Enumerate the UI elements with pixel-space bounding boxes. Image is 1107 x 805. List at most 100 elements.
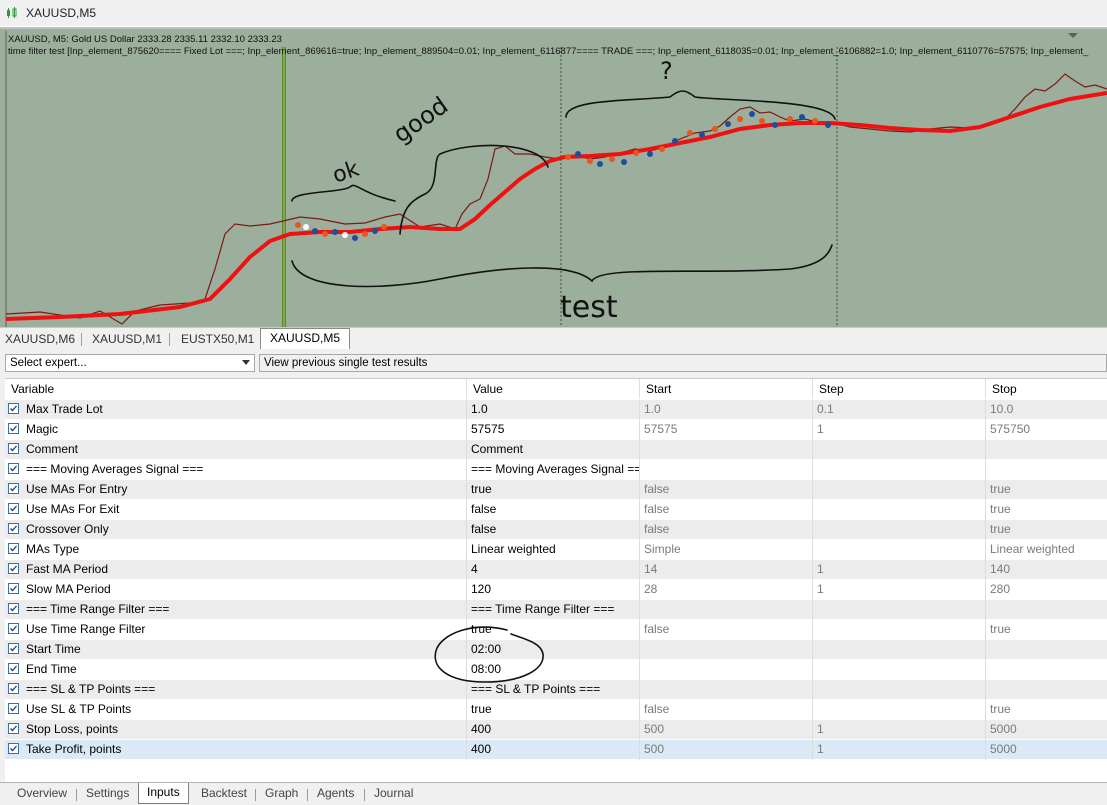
row-checkbox[interactable] xyxy=(8,503,19,514)
cell-start[interactable]: 1.0 xyxy=(640,400,813,420)
table-row[interactable]: Use Time Range Filter true false true xyxy=(5,620,1107,640)
row-checkbox[interactable] xyxy=(8,683,19,694)
cell-stop[interactable]: 10.0 xyxy=(986,400,1107,420)
cell-value[interactable]: true xyxy=(467,480,640,500)
row-checkbox[interactable] xyxy=(8,483,19,494)
tab-settings[interactable]: Settings xyxy=(86,785,129,802)
cell-start[interactable] xyxy=(640,460,813,480)
cell-stop[interactable]: true xyxy=(986,500,1107,520)
row-checkbox[interactable] xyxy=(8,543,19,554)
cell-start[interactable] xyxy=(640,600,813,620)
cell-stop[interactable]: 575750 xyxy=(986,420,1107,440)
cell-start[interactable]: false xyxy=(640,500,813,520)
cell-stop[interactable]: 280 xyxy=(986,580,1107,600)
cell-start[interactable]: 500 xyxy=(640,720,813,740)
cell-value[interactable]: === Time Range Filter === xyxy=(467,600,640,620)
cell-step[interactable]: 1 xyxy=(813,740,986,760)
row-checkbox[interactable] xyxy=(8,623,19,634)
tab-inputs[interactable]: Inputs xyxy=(138,783,189,804)
cell-step[interactable] xyxy=(813,460,986,480)
cell-value[interactable]: 08:00 xyxy=(467,660,640,680)
cell-value[interactable]: 400 xyxy=(467,740,640,760)
cell-start[interactable]: 28 xyxy=(640,580,813,600)
cell-stop[interactable]: true xyxy=(986,480,1107,500)
table-row[interactable]: Crossover Only false false true xyxy=(5,520,1107,540)
table-row[interactable]: Comment Comment xyxy=(5,440,1107,460)
table-row[interactable]: Max Trade Lot 1.0 1.0 0.1 10.0 xyxy=(5,400,1107,420)
cell-step[interactable] xyxy=(813,700,986,720)
cell-start[interactable]: 500 xyxy=(640,740,813,760)
cell-step[interactable] xyxy=(813,620,986,640)
cell-stop[interactable] xyxy=(986,680,1107,700)
cell-start[interactable] xyxy=(640,640,813,660)
table-row[interactable]: Take Profit, points 400 500 1 5000 xyxy=(5,740,1107,760)
table-row[interactable]: Slow MA Period 120 28 1 280 xyxy=(5,580,1107,600)
cell-stop[interactable]: Linear weighted xyxy=(986,540,1107,560)
column-header-variable[interactable]: Variable xyxy=(5,379,467,399)
table-row[interactable]: Start Time 02:00 xyxy=(5,640,1107,660)
cell-start[interactable] xyxy=(640,660,813,680)
cell-value[interactable]: === SL & TP Points === xyxy=(467,680,640,700)
table-row[interactable]: === Time Range Filter === === Time Range … xyxy=(5,600,1107,620)
tab-journal[interactable]: Journal xyxy=(374,785,413,802)
cell-step[interactable]: 1 xyxy=(813,580,986,600)
chart-tab-xauusd-m1[interactable]: XAUUSD,M1 xyxy=(92,331,162,347)
cell-stop[interactable] xyxy=(986,460,1107,480)
cell-value[interactable]: 57575 xyxy=(467,420,640,440)
table-row[interactable]: Use SL & TP Points true false true xyxy=(5,700,1107,720)
cell-value[interactable]: 400 xyxy=(467,720,640,740)
table-row[interactable]: Magic 57575 57575 1 575750 xyxy=(5,420,1107,440)
table-row[interactable]: End Time 08:00 xyxy=(5,660,1107,680)
table-row[interactable]: === Moving Averages Signal === === Moving… xyxy=(5,460,1107,480)
row-checkbox[interactable] xyxy=(8,463,19,474)
chart-tab-xauusd-m6[interactable]: XAUUSD,M6 xyxy=(5,331,75,347)
row-checkbox[interactable] xyxy=(8,403,19,414)
cell-start[interactable]: false xyxy=(640,700,813,720)
cell-step[interactable] xyxy=(813,520,986,540)
row-checkbox[interactable] xyxy=(8,723,19,734)
view-previous-results-button[interactable]: View previous single test results xyxy=(259,354,1107,372)
row-checkbox[interactable] xyxy=(8,523,19,534)
table-row[interactable]: Use MAs For Entry true false true xyxy=(5,480,1107,500)
row-checkbox[interactable] xyxy=(8,703,19,714)
cell-value[interactable]: 120 xyxy=(467,580,640,600)
price-chart[interactable]: ok good ? test XAUUSD, M5: Gold US Dolla… xyxy=(0,27,1107,327)
row-checkbox[interactable] xyxy=(8,443,19,454)
tab-graph[interactable]: Graph xyxy=(265,785,298,802)
table-row[interactable]: Use MAs For Exit false false true xyxy=(5,500,1107,520)
table-row[interactable]: === SL & TP Points === === SL & TP Points… xyxy=(5,680,1107,700)
cell-step[interactable] xyxy=(813,500,986,520)
cell-start[interactable]: 57575 xyxy=(640,420,813,440)
cell-start[interactable] xyxy=(640,440,813,460)
row-checkbox[interactable] xyxy=(8,583,19,594)
row-checkbox[interactable] xyxy=(8,643,19,654)
tab-backtest[interactable]: Backtest xyxy=(201,785,247,802)
column-header-stop[interactable]: Stop xyxy=(986,379,1107,399)
cell-stop[interactable] xyxy=(986,640,1107,660)
cell-value[interactable]: 1.0 xyxy=(467,400,640,420)
cell-start[interactable]: false xyxy=(640,480,813,500)
column-header-step[interactable]: Step xyxy=(813,379,986,399)
cell-step[interactable] xyxy=(813,600,986,620)
cell-stop[interactable]: 140 xyxy=(986,560,1107,580)
row-checkbox[interactable] xyxy=(8,663,19,674)
table-row[interactable]: Fast MA Period 4 14 1 140 xyxy=(5,560,1107,580)
chart-tab-xauusd-m5[interactable]: XAUUSD,M5 xyxy=(260,328,351,349)
cell-value[interactable]: Comment xyxy=(467,440,640,460)
cell-value[interactable]: true xyxy=(467,700,640,720)
row-checkbox[interactable] xyxy=(8,603,19,614)
cell-value[interactable]: false xyxy=(467,500,640,520)
row-checkbox[interactable] xyxy=(8,743,19,754)
column-header-value[interactable]: Value xyxy=(467,379,640,399)
table-row[interactable]: MAs Type Linear weighted Simple Linear weig… xyxy=(5,540,1107,560)
expert-select[interactable]: Select expert... xyxy=(5,354,255,372)
cell-stop[interactable]: 5000 xyxy=(986,740,1107,760)
cell-value[interactable]: 02:00 xyxy=(467,640,640,660)
cell-value[interactable]: true xyxy=(467,620,640,640)
cell-step[interactable] xyxy=(813,680,986,700)
row-checkbox[interactable] xyxy=(8,563,19,574)
cell-stop[interactable] xyxy=(986,660,1107,680)
tab-overview[interactable]: Overview xyxy=(17,785,67,802)
cell-step[interactable] xyxy=(813,640,986,660)
cell-step[interactable] xyxy=(813,440,986,460)
